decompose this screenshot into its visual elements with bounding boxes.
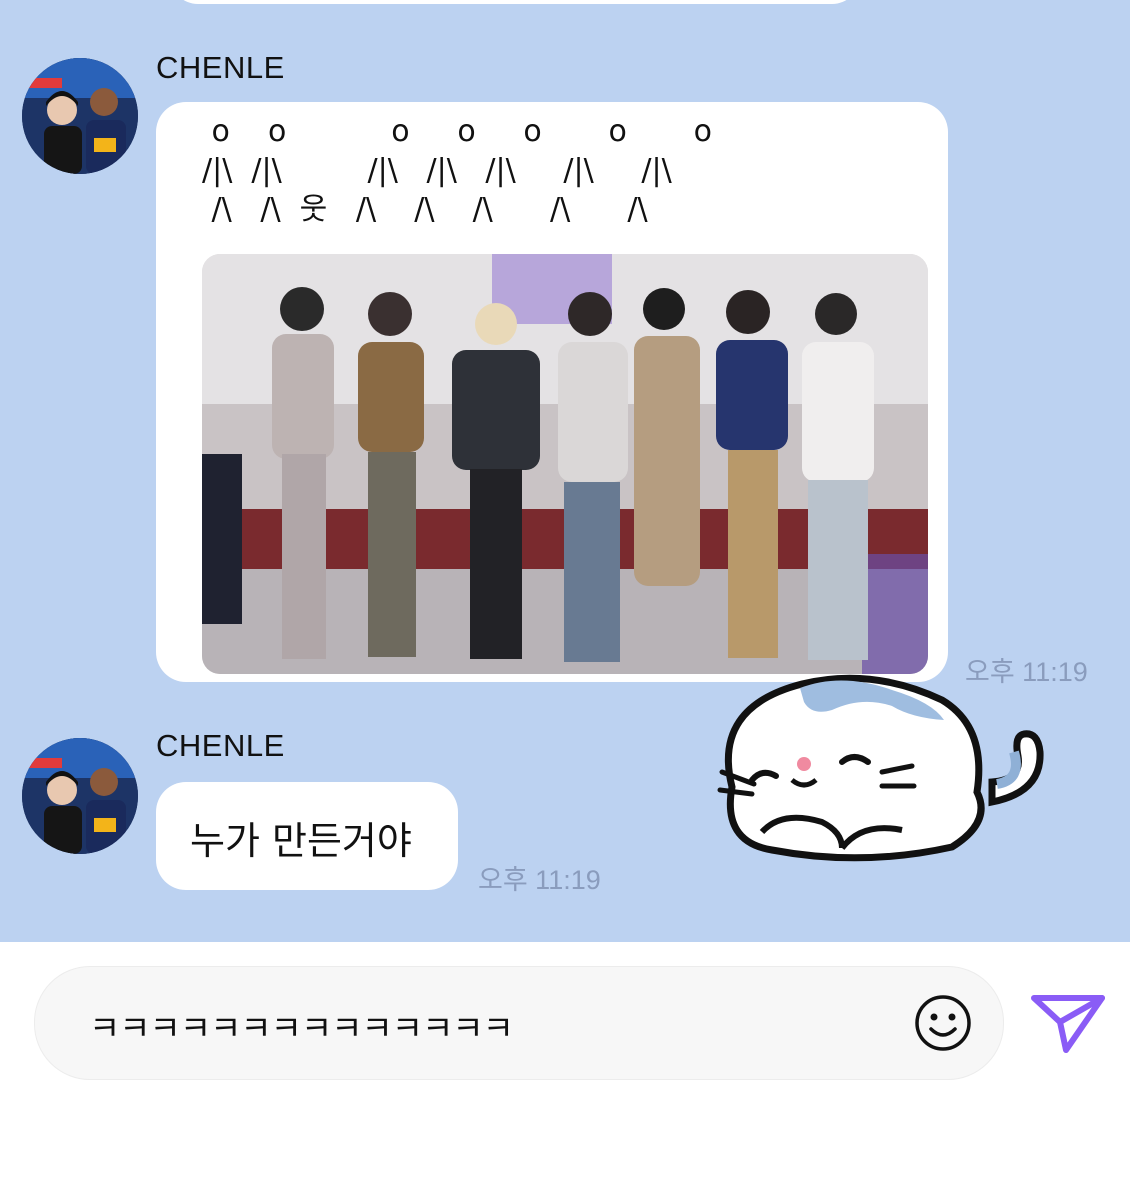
ascii-art-text: o o o o o o o /|\ /|\ /|\ /|\ /|\ /|\ /|… (202, 114, 712, 227)
emoji-button[interactable] (913, 993, 973, 1053)
cat-sticker-image (717, 674, 1044, 862)
avatar[interactable] (22, 58, 138, 174)
paper-plane-send-icon (1031, 995, 1105, 1053)
message-bubble-image[interactable]: o o o o o o o /|\ /|\ /|\ /|\ /|\ /|\ /|… (156, 102, 948, 682)
message-input[interactable]: ㅋㅋㅋㅋㅋㅋㅋㅋㅋㅋㅋㅋㅋㅋ (34, 966, 1004, 1080)
shared-photo[interactable] (202, 254, 928, 674)
avatar-photo (22, 738, 138, 854)
sender-name: CHENLE (156, 728, 285, 763)
chat-area: CHENLE o o o o o o o /|\ /|\ /|\ /|\ /|\… (0, 0, 1130, 942)
message-input-bar: ㅋㅋㅋㅋㅋㅋㅋㅋㅋㅋㅋㅋㅋㅋ (0, 942, 1130, 1200)
message-input-text[interactable]: ㅋㅋㅋㅋㅋㅋㅋㅋㅋㅋㅋㅋㅋㅋ (89, 1001, 514, 1050)
smiley-face-icon (915, 995, 971, 1051)
sleeping-cat-sticker (692, 672, 1054, 872)
message-timestamp: 오후 11:19 (478, 865, 601, 895)
sender-name: CHENLE (156, 50, 285, 85)
avatar[interactable] (22, 738, 138, 854)
message-bubble-text[interactable]: 누가 만든거야 (156, 782, 458, 890)
send-button[interactable] (1030, 992, 1106, 1054)
previous-message-bubble (170, 0, 860, 4)
group-photo-image (202, 254, 928, 674)
avatar-photo (22, 58, 138, 174)
message-text: 누가 만든거야 (190, 819, 412, 863)
